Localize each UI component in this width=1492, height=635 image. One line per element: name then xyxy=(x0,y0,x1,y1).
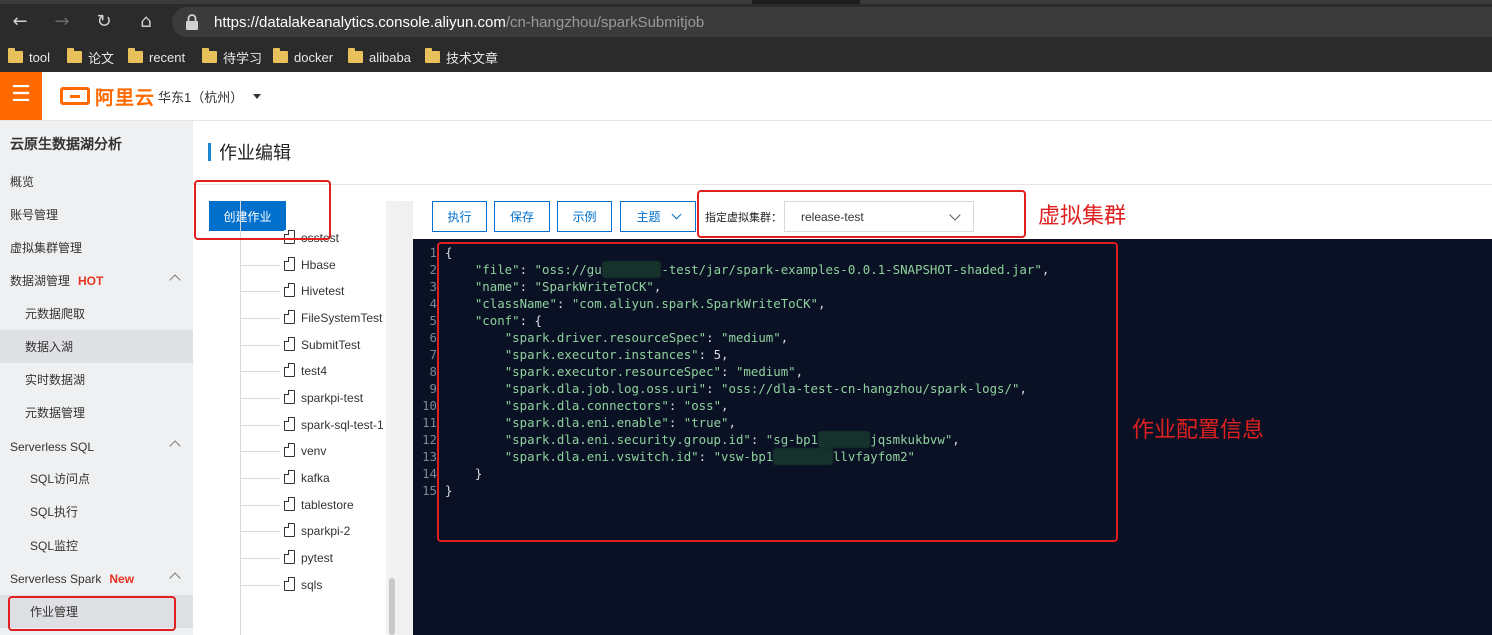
home-icon[interactable]: ⌂ xyxy=(134,10,158,34)
file-icon xyxy=(284,257,295,271)
folder-icon xyxy=(67,48,82,63)
folder-icon xyxy=(202,48,217,63)
folder-icon xyxy=(128,48,143,63)
file-icon xyxy=(284,283,295,297)
bookmark-papers[interactable]: 论文 xyxy=(67,48,114,66)
lock-icon xyxy=(186,14,198,30)
tab-strip xyxy=(0,0,1492,4)
bookmark-tool[interactable]: tool xyxy=(8,48,50,65)
bookmark-tech-articles[interactable]: 技术文章 xyxy=(425,48,498,66)
tree-item-job[interactable]: sparkpi-test xyxy=(218,385,386,411)
sidebar-item-sql-execute[interactable]: SQL执行 xyxy=(0,495,193,528)
file-icon xyxy=(284,337,295,351)
tree-item-job[interactable]: Hivetest xyxy=(218,278,386,304)
tree-item-job[interactable]: sqls xyxy=(218,572,386,598)
file-icon xyxy=(284,310,295,324)
reload-icon[interactable]: ↻ xyxy=(92,10,116,34)
annotation-config-box xyxy=(437,242,1118,542)
job-tree: osstest Hbase Hivetest FileSystemTest Su… xyxy=(218,201,386,635)
hot-badge: HOT xyxy=(78,273,104,288)
folder-icon xyxy=(348,48,363,63)
sidebar-title: 云原生数据湖分析 xyxy=(10,136,122,152)
theme-dropdown[interactable]: 主题 xyxy=(620,201,696,232)
annotation-job-manage-box xyxy=(8,596,176,631)
bookmark-docker[interactable]: docker xyxy=(273,48,333,65)
bookmark-to-learn[interactable]: 待学习 xyxy=(202,48,262,66)
sidebar-group-serverless-spark[interactable]: Serverless Spark New xyxy=(0,562,193,595)
scrollbar-thumb[interactable] xyxy=(389,578,395,635)
tree-item-job[interactable]: FileSystemTest xyxy=(218,305,386,331)
tree-item-job[interactable]: venv xyxy=(218,438,386,464)
tree-item-job[interactable]: SubmitTest xyxy=(218,332,386,358)
folder-icon xyxy=(273,48,288,63)
annotation-config-label: 作业配置信息 xyxy=(1132,417,1265,442)
tree-item-job[interactable]: Hbase xyxy=(218,252,386,278)
file-icon xyxy=(284,363,295,377)
console-header: ☰ 阿里云 华东1（杭州） xyxy=(0,72,1492,121)
bookmarks-bar: tool 论文 recent 待学习 docker alibaba 技术文章 xyxy=(0,42,1492,72)
tree-item-job[interactable]: spark-sql-test-1 xyxy=(218,412,386,438)
tree-item-job[interactable]: test4 xyxy=(218,358,386,384)
address-bar[interactable]: https://datalakeanalytics.console.aliyun… xyxy=(172,7,1492,37)
panel-gutter xyxy=(398,201,413,635)
annotation-cluster-box xyxy=(697,190,1026,238)
chevron-down-icon xyxy=(671,209,681,220)
folder-icon xyxy=(425,48,440,63)
sidebar-item-metadata-crawl[interactable]: 元数据爬取 xyxy=(0,297,193,330)
aliyun-logo[interactable]: 阿里云 xyxy=(60,85,155,109)
example-button[interactable]: 示例 xyxy=(557,201,612,232)
menu-icon[interactable]: ☰ xyxy=(0,72,42,120)
page-title: 作业编辑 xyxy=(208,142,291,163)
caret-down-icon xyxy=(253,94,262,99)
file-icon xyxy=(284,417,295,431)
annotation-cluster-label: 虚拟集群 xyxy=(1038,203,1127,228)
annotation-create-box xyxy=(194,180,331,240)
forward-icon[interactable]: → xyxy=(50,10,74,34)
tree-item-job[interactable]: tablestore xyxy=(218,492,386,518)
region-selector[interactable]: 华东1（杭州） xyxy=(158,87,262,106)
file-icon xyxy=(284,497,295,511)
run-button[interactable]: 执行 xyxy=(432,201,487,232)
url-text: https://datalakeanalytics.console.aliyun… xyxy=(214,14,705,31)
bookmark-alibaba[interactable]: alibaba xyxy=(348,48,411,65)
file-icon xyxy=(284,550,295,564)
sidebar-item-accounts[interactable]: 账号管理 xyxy=(0,198,193,231)
chevron-up-icon xyxy=(169,274,181,286)
sidebar-item-metadata-manage[interactable]: 元数据管理 xyxy=(0,396,193,429)
sidebar-item-virtual-clusters[interactable]: 虚拟集群管理 xyxy=(0,231,193,264)
tree-scrollbar[interactable] xyxy=(386,201,398,635)
chevron-up-icon xyxy=(169,572,181,584)
divider xyxy=(193,184,1492,185)
back-icon[interactable]: ← xyxy=(8,10,32,34)
chevron-up-icon xyxy=(169,440,181,452)
sidebar-item-data-ingest[interactable]: 数据入湖 xyxy=(0,330,193,363)
file-icon xyxy=(284,577,295,591)
sidebar-item-sql-monitor[interactable]: SQL监控 xyxy=(0,529,193,562)
sidebar-group-serverless-sql[interactable]: Serverless SQL xyxy=(0,430,193,463)
save-button[interactable]: 保存 xyxy=(494,201,550,232)
file-icon xyxy=(284,470,295,484)
file-icon xyxy=(284,443,295,457)
new-badge: New xyxy=(109,571,135,586)
sidebar-item-realtime-datalake[interactable]: 实时数据湖 xyxy=(0,363,193,396)
tree-item-job[interactable]: kafka xyxy=(218,465,386,491)
title-accent-bar xyxy=(208,143,211,161)
sidebar-item-overview[interactable]: 概览 xyxy=(0,165,193,198)
bookmark-recent[interactable]: recent xyxy=(128,48,185,65)
tree-item-job[interactable]: pytest xyxy=(218,545,386,571)
file-icon xyxy=(284,523,295,537)
logo-mark xyxy=(60,87,90,105)
file-icon xyxy=(284,390,295,404)
sidebar-group-datalake[interactable]: 数据湖管理 HOT xyxy=(0,264,193,297)
tree-item-job[interactable]: sparkpi-2 xyxy=(218,518,386,544)
browser-toolbar: ← → ↻ ⌂ https://datalakeanalytics.consol… xyxy=(0,0,1492,42)
sidebar-item-sql-endpoint[interactable]: SQL访问点 xyxy=(0,462,193,495)
folder-icon xyxy=(8,48,23,63)
